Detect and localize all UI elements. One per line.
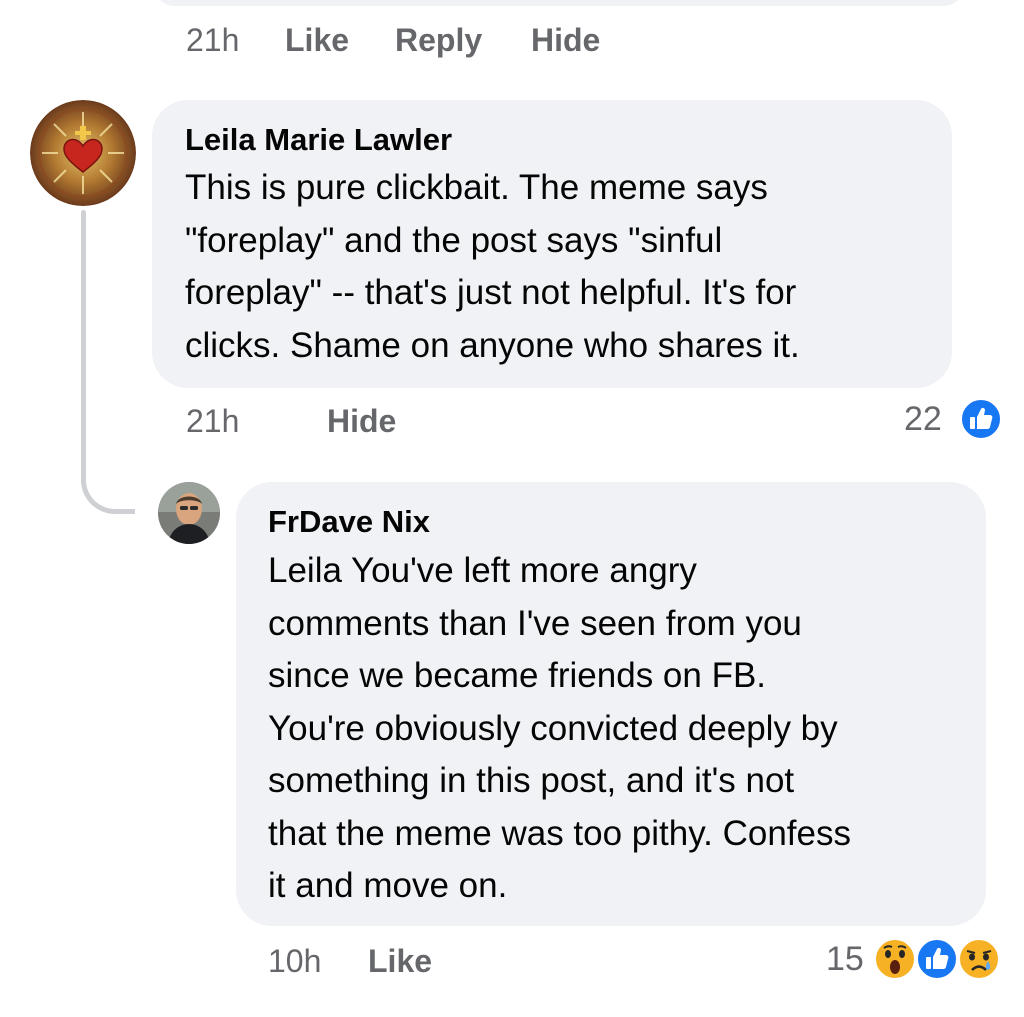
sad-reaction-icon[interactable]: [958, 938, 1000, 980]
reply-reaction-count[interactable]: 15: [826, 940, 864, 979]
comment-actions: 21h Hide: [186, 403, 426, 443]
reply-timestamp[interactable]: 10h: [268, 943, 321, 980]
reply-text: Leila You've left more angry comments th…: [268, 551, 851, 905]
previous-comment-like-button[interactable]: Like: [285, 22, 349, 59]
previous-comment-reply-button[interactable]: Reply: [395, 22, 482, 59]
reply-bubble: FrDave Nix Leila You've left more angry …: [236, 482, 986, 926]
avatar-frdave-nix[interactable]: [158, 482, 220, 544]
reply-like-button[interactable]: Like: [368, 943, 432, 980]
thread-connector-curve: [81, 432, 135, 514]
like-reaction-icon[interactable]: [960, 398, 1002, 440]
comment-timestamp[interactable]: 21h: [186, 403, 239, 440]
wow-reaction-icon[interactable]: [874, 938, 916, 980]
previous-comment-hide-button[interactable]: Hide: [531, 22, 600, 59]
hide-button[interactable]: Hide: [327, 403, 396, 440]
previous-comment-timestamp[interactable]: 21h: [186, 22, 239, 59]
comment-bubble: Leila Marie Lawler This is pure clickbai…: [152, 100, 952, 388]
reaction-count[interactable]: 22: [904, 400, 942, 439]
like-reaction-icon[interactable]: [916, 938, 958, 980]
reply-author[interactable]: FrDave Nix: [268, 504, 430, 540]
comment-author[interactable]: Leila Marie Lawler: [185, 122, 452, 158]
previous-comment-actions: 21h Like Reply Hide: [186, 22, 626, 62]
comment-text: This is pure clickbait. The meme says "f…: [185, 168, 800, 365]
avatar-leila-marie-lawler[interactable]: [30, 100, 136, 206]
previous-comment-bubble: [152, 0, 966, 6]
reply-actions: 10h Like: [268, 943, 468, 983]
